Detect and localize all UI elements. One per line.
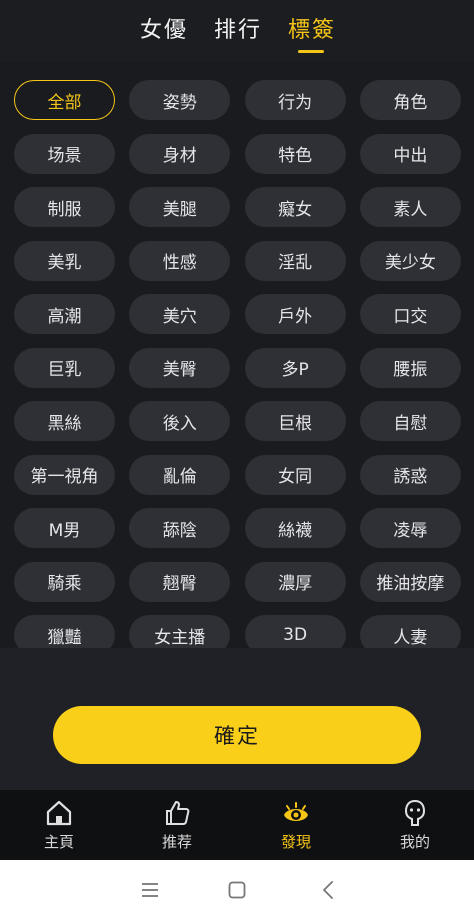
tag-pill[interactable]: 誘惑 [359,454,461,495]
tag-pill[interactable]: M男 [14,508,115,548]
tag-pill[interactable]: 凌辱 [359,508,461,548]
tag-pill[interactable]: 美臀 [129,347,231,388]
tag-pill[interactable]: 淫乱 [244,240,346,281]
tag-pill[interactable]: 巨乳 [14,347,115,388]
nav-item-discover[interactable]: 發現 [237,790,355,860]
tag-pill[interactable]: 自慰 [359,401,461,441]
tag-pill[interactable]: 角色 [359,80,461,120]
tag-pill[interactable]: 素人 [359,187,461,227]
nav-item-recommend[interactable]: 推荐 [118,790,236,860]
tag-pill[interactable]: 特色 [244,133,346,174]
tag-pill[interactable]: 场景 [14,133,115,174]
home-icon [46,800,72,826]
tag-pill[interactable]: 美腿 [129,187,231,227]
tag-pill[interactable]: 後入 [129,401,231,441]
tag-pill[interactable]: 第一視角 [14,454,115,495]
tag-pill[interactable]: 高潮 [14,294,115,334]
tag-pill[interactable]: 舔陰 [129,508,231,548]
tag-pill[interactable]: 口交 [359,294,461,334]
nav-label-recommend: 推荐 [161,833,192,851]
tag-pill[interactable]: 身材 [129,133,231,174]
tag-pill[interactable]: 濃厚 [244,561,346,602]
profile-icon [404,799,426,826]
tag-pill[interactable]: 美少女 [359,240,461,281]
tag-pill[interactable]: 人妻 [359,615,461,648]
tag-pill[interactable]: 制服 [14,187,115,227]
eye-icon [284,802,308,821]
tag-pill[interactable]: 全部 [14,80,115,120]
tag-pill[interactable]: 推油按摩 [359,561,461,602]
nav-item-me[interactable]: 我的 [356,790,474,860]
tag-pill[interactable]: 巨根 [244,401,346,441]
thumbs-up-icon [166,801,190,825]
tag-scroll-area[interactable]: 全部 姿勢 行为 角色场景 身材 特色 中出制服 美腿 癡女 素人美乳 性感 淫乱 美少女高潮 美穴 戶外口… [0,62,474,648]
tag-pill[interactable]: 騎乘 [14,561,115,602]
system-nav-bar [0,860,474,922]
tag-pill[interactable]: 黑絲 [14,401,115,441]
tab-tags[interactable]: 標簽 [288,12,336,44]
tab-actresses[interactable]: 女優 [140,12,188,44]
tag-pill[interactable]: 行为 [244,80,346,120]
confirm-area: 確定 [0,648,474,790]
confirm-button[interactable]: 確定 [53,706,421,764]
nav-label-discover: 發現 [280,833,311,851]
tag-pill[interactable]: 女主播 [129,615,231,648]
tag-pill[interactable]: 多P [244,347,346,388]
tag-pill[interactable]: 亂倫 [129,454,231,495]
tag-pill[interactable]: 美穴 [129,294,231,334]
tag-pill[interactable]: 中出 [359,133,461,174]
tag-grid: 全部 姿勢 行为 角色场景 身材 特色 中出制服 美腿 癡女 素人美乳 性感 淫乱 美少女高潮 美穴 戶外口… [14,80,461,648]
tag-pill[interactable]: 翹臀 [129,561,231,602]
tag-pill[interactable]: 3D [244,615,346,648]
menu-icon[interactable] [139,879,161,901]
tag-pill[interactable]: 戶外 [244,294,346,334]
back-icon[interactable] [318,879,340,901]
tag-pill[interactable]: 性感 [129,240,231,281]
active-tab-indicator [298,50,324,53]
tag-pill[interactable]: 獵豔 [14,615,115,648]
tag-pill[interactable]: 美乳 [14,240,115,281]
tag-pill[interactable]: 絲襪 [244,508,346,548]
nav-label-me: 我的 [399,833,430,851]
top-tab-bar: 女優 排行 標簽 [0,0,474,62]
nav-label-home: 主頁 [43,833,74,851]
nav-item-home[interactable]: 主頁 [0,790,118,860]
tag-pill[interactable]: 女同 [244,454,346,495]
tag-pill[interactable]: 腰振 [359,347,461,388]
tab-ranking[interactable]: 排行 [214,12,262,44]
bottom-nav: 主頁 推荐 發現 我的 [0,790,474,860]
home-square-icon[interactable] [226,879,248,901]
tag-pill[interactable]: 姿勢 [129,80,231,120]
tag-pill[interactable]: 癡女 [244,187,346,227]
